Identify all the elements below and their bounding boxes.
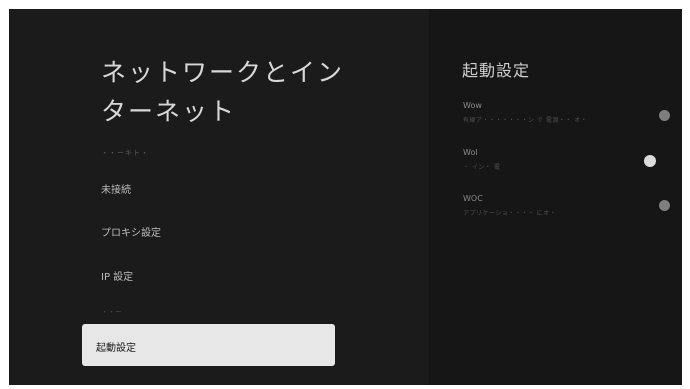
option-wol-desc: ・ イン・ 電 [463,164,501,171]
option-wow-desc: 有線ア・・・・・・・ン で 電源・・ オ・ [463,117,588,124]
title-line-2: ターネット [101,97,237,126]
section-header: ・・ーキト・ [101,149,149,157]
selected-item-label: 起動設定 [96,343,136,354]
radio-woc-icon[interactable] [659,200,670,211]
menu-item-ip-settings[interactable]: IP 設定 [101,268,133,283]
page-title: ネットワークとイン ターネット [101,53,361,131]
option-woc-desc: アプリケーショ・・・・ にオ・ [463,210,557,217]
menu-item-startup-settings-selected[interactable]: 起動設定 [82,324,335,366]
radio-wow-icon[interactable] [659,110,670,121]
option-wol[interactable]: Wol ・ イン・ 電 [463,148,500,171]
network-settings-pane: ネットワークとイン ターネット ・・ーキト・ 未接続 プロキシ設定 IP 設定 … [9,9,429,385]
option-wow[interactable]: Wow 有線ア・・・・・・・ン で 電源・・ オ・ [463,101,587,124]
option-wow-name: Wow [463,101,482,110]
menu-item-not-connected[interactable]: 未接続 [101,181,131,196]
tv-settings-screen: ネットワークとイン ターネット ・・ーキト・ 未接続 プロキシ設定 IP 設定 … [9,9,682,385]
option-woc-name: WOC [463,194,483,203]
option-wol-name: Wol [463,148,478,157]
radio-wol-selected-icon[interactable] [644,155,656,167]
title-line-1: ネットワークとイン [101,58,345,87]
menu-item-proxy-settings[interactable]: プロキシ設定 [101,224,161,239]
option-woc[interactable]: WOC アプリケーショ・・・・ にオ・ [463,194,556,217]
menu-item-section-label: ・・ー [101,308,122,316]
panel-title: 起動設定 [462,61,531,80]
startup-settings-panel: 起動設定 Wow 有線ア・・・・・・・ン で 電源・・ オ・ Wol ・ イン・… [429,9,682,385]
